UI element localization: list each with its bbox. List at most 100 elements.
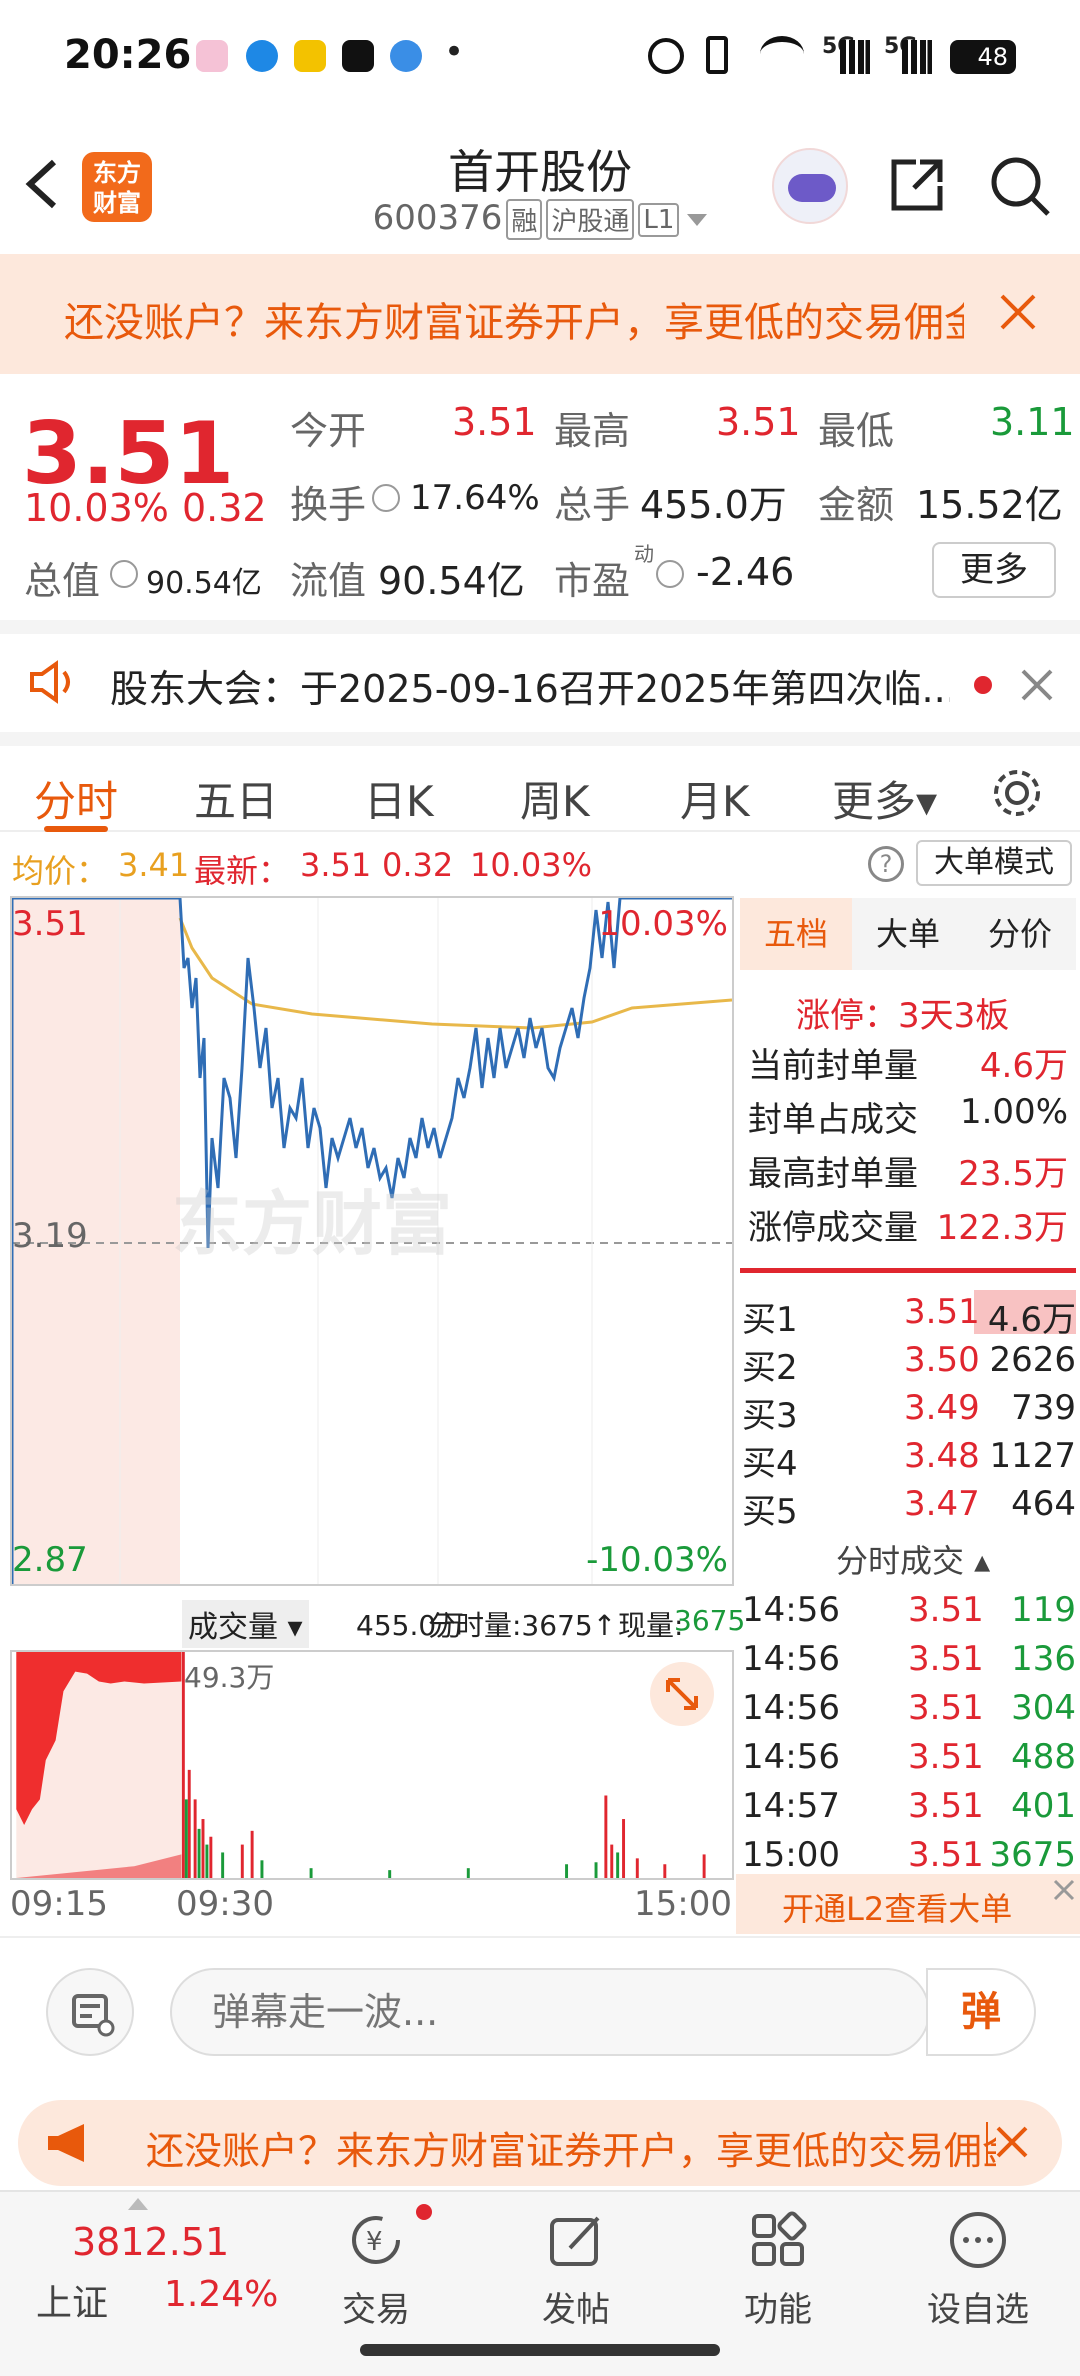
bottom-nav: 3812.51 上证 1.24% ¥ 交易 发帖 功能 设自选 <box>0 2190 1080 2376</box>
home-indicator <box>360 2344 720 2356</box>
seal-val-0: 4.6万 <box>979 1046 1068 1086</box>
tab-more[interactable]: 更多▾ <box>832 768 937 829</box>
settings-gear-icon[interactable] <box>990 766 1044 820</box>
turnover-info-icon[interactable] <box>372 484 400 512</box>
expand-icon[interactable] <box>650 1662 714 1726</box>
tab-big-orders[interactable]: 大单 <box>852 898 964 970</box>
nav-watchlist[interactable]: 设自选 <box>898 2282 1058 2331</box>
close-announcement-icon[interactable] <box>1020 668 1054 702</box>
market-cap: 90.54亿 <box>146 566 262 601</box>
tick-time-2: 14:56 <box>742 1639 840 1679</box>
send-danmaku-button[interactable]: 弹 <box>926 1968 1036 2056</box>
now-volume-value: 3675 <box>674 1604 746 1637</box>
period-tabs: 分时 五日 日K 周K 月K 更多▾ <box>0 732 1080 832</box>
intraday-chart[interactable]: 东方财富 3.51 3.19 2.87 10.03% -10.03% <box>10 896 734 1586</box>
period-volume: 分时量:3675↑ <box>428 1609 617 1642</box>
vibrate-icon <box>706 36 728 74</box>
turnover-value: 17.64% <box>410 478 540 518</box>
app-icon-2 <box>246 40 278 72</box>
volume-dropdown[interactable]: 成交量 ▾ <box>182 1600 309 1648</box>
close-l2-icon[interactable] <box>1052 1878 1076 1902</box>
market-cap-label: 总值 <box>24 559 101 603</box>
y-axis-mid: 3.19 <box>12 1216 88 1256</box>
close-icon[interactable] <box>998 292 1038 332</box>
bid-label-5: 买5 <box>742 1492 798 1532</box>
tab-monthly-k[interactable]: 月K <box>680 768 750 829</box>
unread-dot <box>974 676 992 694</box>
tick-time-3: 14:56 <box>742 1688 840 1728</box>
alarm-icon <box>648 38 684 74</box>
tab-five-levels[interactable]: 五档 <box>740 898 852 970</box>
pe-value: -2.46 <box>696 550 795 594</box>
open-account-banner-bottom[interactable]: 还没账户？来东方财富证券开户，享更低的交易佣金 <box>18 2100 1062 2186</box>
bid-price-5: 3.47 <box>904 1484 980 1524</box>
level1-tag: L1 <box>638 202 680 237</box>
index-name: 上证 <box>36 2283 109 2324</box>
time-close: 15:00 <box>634 1884 732 1924</box>
announcement-bar[interactable]: 股东大会：于2025-09-16召开2025年第四次临... <box>0 620 1080 732</box>
watermark: 东方财富 <box>172 1183 452 1265</box>
help-icon[interactable]: ? <box>868 846 904 882</box>
seal-key-0: 当前封单量 <box>748 1046 918 1086</box>
bid-label-4: 买4 <box>742 1444 798 1484</box>
wifi-icon <box>760 36 804 72</box>
order-book-panel: 五档 大单 分价 涨停：3天3板 当前封单量 4.6万 封单占成交 1.00% … <box>736 896 1080 1936</box>
open-account-banner[interactable]: 还没账户？来东方财富证券开户，享更低的交易佣金 <box>0 254 1080 374</box>
battery-icon: 48 <box>950 40 1016 74</box>
post-icon[interactable] <box>546 2210 606 2270</box>
function-grid-icon[interactable] <box>748 2210 808 2270</box>
tab-daily-k[interactable]: 日K <box>364 768 434 829</box>
bid-qty-1: 4.6万 <box>987 1300 1076 1340</box>
pe-info-icon[interactable] <box>656 560 684 588</box>
nav-function[interactable]: 功能 <box>698 2282 858 2331</box>
nav-post[interactable]: 发帖 <box>496 2282 656 2331</box>
more-button[interactable]: 更多 <box>932 542 1056 598</box>
ticks-title[interactable]: 分时成交 ▴ <box>836 1536 990 1582</box>
trade-badge-dot <box>416 2204 432 2220</box>
hk-connect-tag: 沪股通 <box>546 199 635 240</box>
app-icon-4 <box>342 40 374 72</box>
seal-key-2: 最高封单量 <box>748 1154 918 1194</box>
pe-label: 市盈 <box>554 559 631 603</box>
low-value: 3.11 <box>990 400 1075 444</box>
turnover-label: 换手 <box>290 483 367 527</box>
trade-icon[interactable]: ¥ <box>346 2212 406 2268</box>
l2-upgrade-banner[interactable]: 开通L2查看大单 <box>736 1874 1080 1934</box>
search-icon[interactable] <box>988 154 1054 220</box>
chart-info-bar: 均价： 3.41 最新： 3.51 0.32 10.03% ? 大单模式 <box>0 834 1080 894</box>
share-icon[interactable] <box>886 154 948 216</box>
latest-change: 0.32 <box>382 846 454 884</box>
robot-assistant-icon[interactable] <box>772 148 848 224</box>
megaphone-icon <box>44 2122 96 2164</box>
watchlist-icon[interactable] <box>948 2210 1008 2270</box>
signal-icon <box>840 40 870 74</box>
comment-list-icon[interactable] <box>46 1968 134 2056</box>
danmaku-input[interactable] <box>170 1968 930 2056</box>
tab-intraday[interactable]: 分时 <box>34 768 118 829</box>
status-bar: 20:26 • 5G 5G 48 <box>0 0 1080 118</box>
tab-weekly-k[interactable]: 周K <box>520 768 590 829</box>
limit-up-streak: 涨停：3天3板 <box>796 996 1010 1036</box>
y-axis-top: 3.51 <box>12 904 88 944</box>
tick-price-3: 3.51 <box>908 1688 984 1728</box>
nav-trade[interactable]: 交易 <box>296 2282 456 2331</box>
seal-val-1: 1.00% <box>959 1092 1068 1132</box>
bid-label-1: 买1 <box>742 1300 798 1340</box>
change-amount: 0.32 <box>182 486 267 530</box>
bid-label-2: 买2 <box>742 1348 798 1388</box>
info-icon[interactable] <box>110 560 138 588</box>
tab-five-day[interactable]: 五日 <box>194 768 278 829</box>
big-order-mode-button[interactable]: 大单模式 <box>916 840 1072 886</box>
high-label: 最高 <box>554 409 631 453</box>
bid-qty-3: 739 <box>1011 1388 1076 1428</box>
high-value: 3.51 <box>716 400 801 444</box>
tab-price-dist[interactable]: 分价 <box>964 898 1076 970</box>
close-banner2-icon[interactable] <box>986 2122 1028 2164</box>
divider <box>740 1268 1076 1273</box>
app-icon-5 <box>390 40 422 72</box>
latest-pct: 10.03% <box>470 846 593 884</box>
margin-tag: 融 <box>506 199 543 240</box>
tick-qty-3: 304 <box>1011 1688 1076 1728</box>
svg-text:¥: ¥ <box>366 2227 383 2257</box>
index-value[interactable]: 3812.51 <box>72 2220 229 2264</box>
